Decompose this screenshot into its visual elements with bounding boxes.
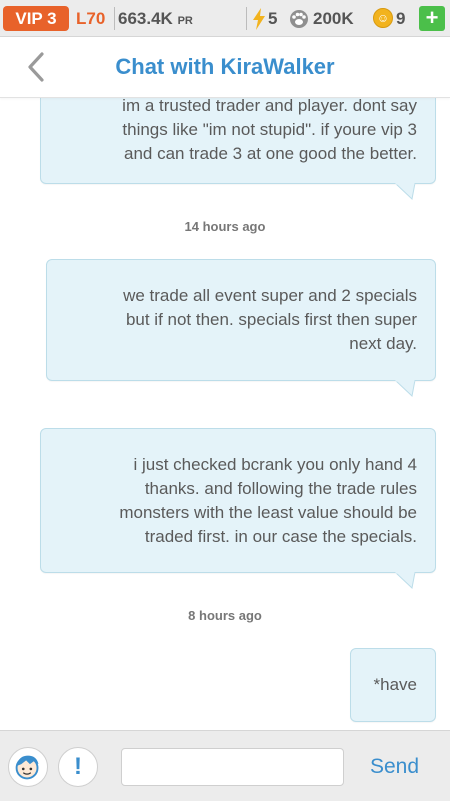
chat-header: Chat with KiraWalker xyxy=(0,37,450,98)
exclamation-icon: ! xyxy=(74,753,82,780)
message-line: thanks. and following the trade rules xyxy=(144,479,417,498)
vip-badge[interactable]: VIP 3 xyxy=(3,6,69,31)
pr-value: 663.4K PR xyxy=(118,6,193,34)
avatar-icon xyxy=(15,755,39,780)
message-line: monsters with the least value should be xyxy=(119,503,417,522)
food-icon xyxy=(290,10,308,28)
bubble-tail xyxy=(394,572,416,589)
level-label: L70 xyxy=(76,9,106,28)
food-value: 200K xyxy=(313,9,354,28)
message-line: things like "im not stupid". if youre vi… xyxy=(122,120,417,139)
chat-bubble: im a trusted trader and player. dont say… xyxy=(40,97,436,184)
send-button[interactable]: Send xyxy=(370,755,419,779)
message-line: traded first. in our case the specials. xyxy=(144,527,417,546)
divider xyxy=(114,7,115,30)
message-line: but if not then. specials first then sup… xyxy=(125,310,417,329)
message-line: im a trusted trader and player. dont say xyxy=(122,97,417,115)
energy-icon xyxy=(253,8,265,30)
chat-bubble: we trade all event super and 2 specials … xyxy=(46,259,436,381)
avatar-button[interactable] xyxy=(8,747,48,787)
coin-icon: ☺ xyxy=(373,8,393,28)
energy-value: 5 xyxy=(268,9,278,28)
coin-value: 9 xyxy=(396,9,406,28)
message-line: i just checked bcrank you only hand 4 xyxy=(133,455,417,474)
message-line: and can trade 3 at one good the better. xyxy=(123,144,417,163)
chat-list[interactable]: im a trusted trader and player. dont say… xyxy=(0,97,450,730)
pr-number: 663.4K xyxy=(118,9,173,28)
report-button[interactable]: ! xyxy=(58,747,98,787)
divider xyxy=(246,7,247,30)
bubble-tail xyxy=(394,380,416,397)
timestamp: 8 hours ago xyxy=(188,608,262,623)
composer-bar: ! Send xyxy=(0,730,450,801)
chat-bubble: *have xyxy=(350,648,436,722)
message-line: we trade all event super and 2 specials xyxy=(123,286,417,305)
chat-bubble: i just checked bcrank you only hand 4 th… xyxy=(40,428,436,573)
plus-icon[interactable]: + xyxy=(419,6,445,31)
status-bar: VIP 3 L70 663.4K PR 5 200K ☺ 9 + xyxy=(0,0,450,37)
pr-unit: PR xyxy=(177,15,193,27)
bubble-tail xyxy=(394,183,416,200)
message-input[interactable] xyxy=(121,748,344,786)
message-line: next day. xyxy=(349,334,417,353)
message-line: *have xyxy=(373,675,417,694)
timestamp: 14 hours ago xyxy=(184,219,266,234)
page-title: Chat with KiraWalker xyxy=(115,54,335,79)
